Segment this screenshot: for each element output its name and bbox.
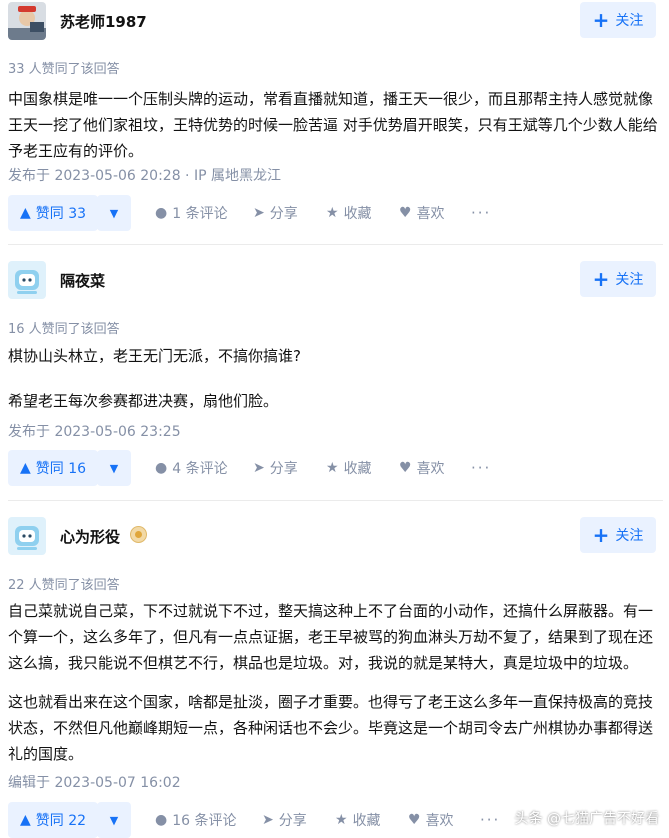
- triangle-up-icon: ▲: [20, 812, 31, 828]
- avatar[interactable]: [8, 517, 46, 555]
- answer-paragraph: 棋协山头林立，老王无门无派，不搞你搞谁?: [8, 347, 301, 365]
- downvote-button[interactable]: ▼: [97, 450, 131, 486]
- upvote-button[interactable]: ▲ 赞同 16: [8, 450, 99, 486]
- heart-icon: ♥: [399, 205, 412, 221]
- comment-icon: ●: [155, 460, 168, 476]
- comment-icon: ●: [155, 812, 168, 828]
- like-button[interactable]: ♥ 喜欢: [399, 195, 445, 231]
- collect-button[interactable]: ★ 收藏: [335, 802, 381, 838]
- share-icon: ➤: [253, 205, 265, 221]
- like-label: 喜欢: [416, 461, 445, 477]
- comment-button[interactable]: ● 1 条评论: [155, 195, 228, 231]
- triangle-up-icon: ▲: [20, 205, 31, 221]
- collect-button[interactable]: ★ 收藏: [326, 195, 372, 231]
- follow-label: 关注: [615, 528, 644, 544]
- answer-paragraph: 希望老王每次参赛都进决赛，扇他们脸。: [8, 392, 279, 410]
- follow-label: 关注: [615, 272, 644, 288]
- like-label: 喜欢: [416, 206, 445, 222]
- like-button[interactable]: ♥ 喜欢: [408, 802, 454, 838]
- publish-meta[interactable]: 发布于 2023-05-06 23:25: [8, 421, 181, 441]
- downvote-button[interactable]: ▼: [97, 802, 131, 838]
- divider: [8, 500, 663, 501]
- star-icon: ★: [326, 205, 339, 221]
- comment-button[interactable]: ● 16 条评论: [155, 802, 236, 838]
- collect-label: 收藏: [343, 206, 372, 222]
- divider: [8, 244, 663, 245]
- share-icon: ➤: [253, 460, 265, 476]
- action-bar: ▲ 赞同 33 ▼ ● 1 条评论 ➤ 分享 ★ 收藏 ♥ 喜欢 ···: [8, 195, 663, 231]
- follow-button[interactable]: + 关注: [580, 2, 656, 38]
- collect-label: 收藏: [352, 813, 381, 829]
- answer-author-row: 苏老师1987 + 关注: [8, 2, 663, 42]
- comment-button[interactable]: ● 4 条评论: [155, 450, 228, 486]
- author-name[interactable]: 心为形役: [60, 526, 120, 547]
- heart-icon: ♥: [399, 460, 412, 476]
- more-options-icon[interactable]: ···: [471, 195, 491, 231]
- triangle-down-icon: ▼: [109, 813, 119, 827]
- like-label: 喜欢: [425, 813, 454, 829]
- share-label: 分享: [278, 813, 307, 829]
- more-options-icon[interactable]: ···: [471, 450, 491, 486]
- upvote-label: 赞同 22: [35, 813, 87, 829]
- triangle-up-icon: ▲: [20, 460, 31, 476]
- comment-label: 16 条评论: [172, 813, 237, 829]
- triangle-down-icon: ▼: [109, 461, 119, 475]
- comment-icon: ●: [155, 205, 168, 221]
- share-button[interactable]: ➤ 分享: [262, 802, 307, 838]
- triangle-down-icon: ▼: [109, 206, 119, 220]
- action-bar: ▲ 赞同 16 ▼ ● 4 条评论 ➤ 分享 ★ 收藏 ♥ 喜欢 ···: [8, 450, 663, 486]
- follow-button[interactable]: + 关注: [580, 261, 656, 297]
- voters-count: 22 人赞同了该回答: [8, 578, 120, 593]
- upvote-label: 赞同 33: [35, 206, 87, 222]
- star-icon: ★: [335, 812, 348, 828]
- voters-count: 16 人赞同了该回答: [8, 322, 120, 337]
- answer-paragraph: 这也就看出来在这个国家，啥都是扯淡，圈子才重要。也得亏了老王这么多年一直保持极高…: [8, 693, 654, 763]
- answer-author-row: 隔夜菜 + 关注: [8, 261, 663, 301]
- share-button[interactable]: ➤ 分享: [253, 450, 298, 486]
- follow-button[interactable]: + 关注: [580, 517, 656, 553]
- author-name[interactable]: 隔夜菜: [60, 270, 105, 291]
- collect-button[interactable]: ★ 收藏: [326, 450, 372, 486]
- share-button[interactable]: ➤ 分享: [253, 195, 298, 231]
- watermark: 头条 @七猫广告不好看: [514, 811, 659, 827]
- avatar[interactable]: [8, 261, 46, 299]
- follow-label: 关注: [615, 13, 644, 29]
- author-name[interactable]: 苏老师1987: [60, 11, 147, 32]
- publish-meta[interactable]: 发布于 2023-05-06 20:28 · IP 属地黑龙江: [8, 165, 281, 185]
- answer-paragraph: 中国象棋是唯一一个压制头牌的运动，常看直播就知道，播王天一很少，而且那帮主持人感…: [8, 90, 658, 160]
- plus-icon: +: [592, 8, 610, 32]
- share-label: 分享: [269, 461, 298, 477]
- share-label: 分享: [269, 206, 298, 222]
- upvote-label: 赞同 16: [35, 461, 87, 477]
- more-options-icon[interactable]: ···: [480, 802, 500, 838]
- answer-paragraph: 自己菜就说自己菜，下不过就说下不过，整天搞这种上不了台面的小动作，还搞什么屏蔽器…: [8, 602, 654, 672]
- collect-label: 收藏: [343, 461, 372, 477]
- plus-icon: +: [592, 267, 610, 291]
- upvote-button[interactable]: ▲ 赞同 33: [8, 195, 99, 231]
- avatar[interactable]: [8, 2, 46, 40]
- share-icon: ➤: [262, 812, 274, 828]
- voters-count: 33 人赞同了该回答: [8, 62, 120, 77]
- heart-icon: ♥: [408, 812, 421, 828]
- downvote-button[interactable]: ▼: [97, 195, 131, 231]
- star-icon: ★: [326, 460, 339, 476]
- comment-label: 1 条评论: [172, 206, 228, 222]
- answer-author-row: 心为形役 + 关注: [8, 517, 663, 557]
- upvote-button[interactable]: ▲ 赞同 22: [8, 802, 99, 838]
- honor-badge-icon[interactable]: [130, 526, 147, 543]
- plus-icon: +: [592, 523, 610, 547]
- like-button[interactable]: ♥ 喜欢: [399, 450, 445, 486]
- comment-label: 4 条评论: [172, 461, 228, 477]
- publish-meta[interactable]: 编辑于 2023-05-07 16:02: [8, 772, 181, 792]
